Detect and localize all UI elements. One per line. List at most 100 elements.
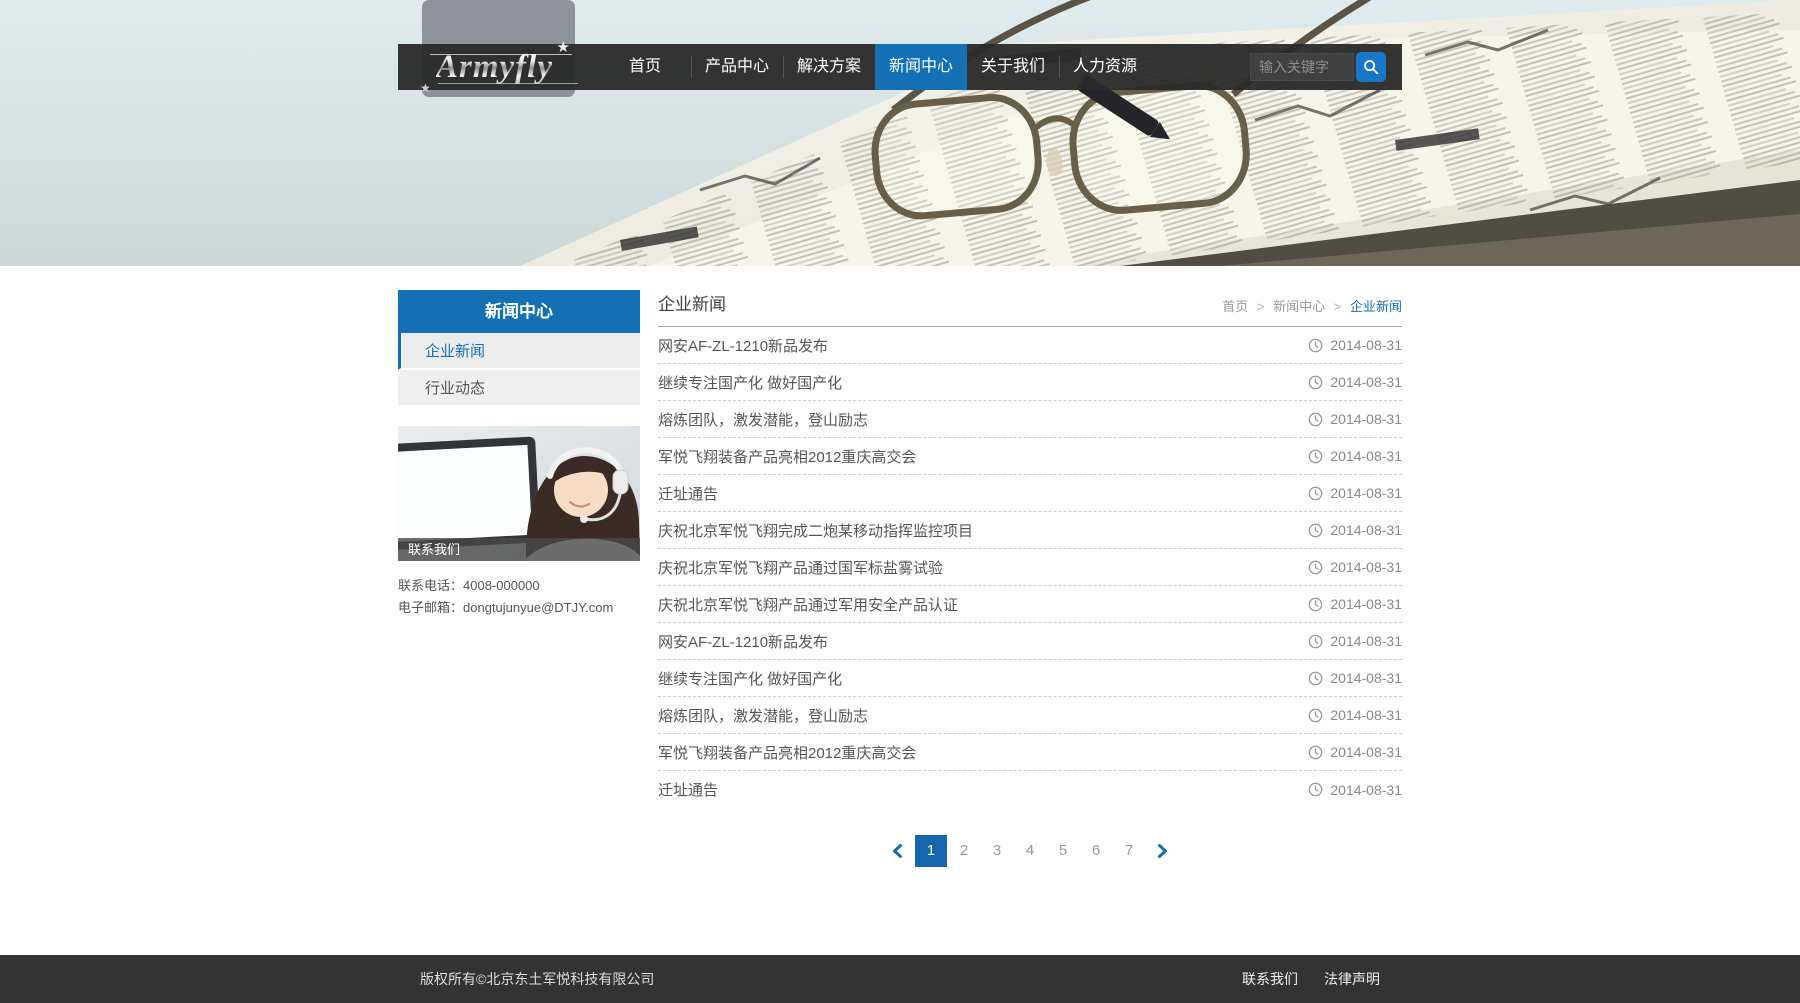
email-value: dongtujunyue@DTJY.com <box>463 600 613 615</box>
news-row[interactable]: 军悦飞翔装备产品亮相2012重庆高交会 2014-08-31 <box>658 438 1402 475</box>
news-row[interactable]: 庆祝北京军悦飞翔完成二炮某移动指挥监控项目 2014-08-31 <box>658 512 1402 549</box>
pagination-page-7[interactable]: 7 <box>1113 835 1145 867</box>
news-item-title[interactable]: 庆祝北京军悦飞翔完成二炮某移动指挥监控项目 <box>658 520 973 541</box>
magnifier-icon <box>1363 59 1379 75</box>
news-row[interactable]: 熔炼团队，激发潜能，登山励志 2014-08-31 <box>658 697 1402 734</box>
sidebar-title: 新闻中心 <box>398 290 640 333</box>
pagination-page-2[interactable]: 2 <box>948 835 980 867</box>
news-header: 企业新闻 首页 > 新闻中心 > 企业新闻 <box>658 290 1402 327</box>
news-item-title[interactable]: 继续专注国产化 做好国产化 <box>658 668 842 689</box>
pagination-page-3[interactable]: 3 <box>981 835 1013 867</box>
news-item-title[interactable]: 熔炼团队，激发潜能，登山励志 <box>658 705 868 726</box>
date-text: 2014-08-31 <box>1330 522 1402 538</box>
news-item-date: 2014-08-31 <box>1308 559 1402 575</box>
news-item-title[interactable]: 军悦飞翔装备产品亮相2012重庆高交会 <box>658 742 916 763</box>
newspaper-glasses-photo <box>0 0 1800 266</box>
news-item-title[interactable]: 迁址通告 <box>658 779 718 800</box>
pagination-next-button[interactable] <box>1146 835 1178 867</box>
news-row[interactable]: 继续专注国产化 做好国产化 2014-08-31 <box>658 660 1402 697</box>
sidebar-item-industry-trends[interactable]: 行业动态 <box>398 370 640 407</box>
news-row[interactable]: 军悦飞翔装备产品亮相2012重庆高交会 2014-08-31 <box>658 734 1402 771</box>
star-icon: ★ <box>420 81 431 95</box>
copyright-text: 版权所有©北京东土军悦科技有限公司 <box>420 969 654 989</box>
news-row[interactable]: 庆祝北京军悦飞翔产品通过军用安全产品认证 2014-08-31 <box>658 586 1402 623</box>
sidebar: 新闻中心 企业新闻 行业动态 <box>398 290 640 867</box>
breadcrumb-separator: > <box>1257 299 1265 314</box>
news-item-date: 2014-08-31 <box>1308 707 1402 723</box>
clock-icon <box>1308 412 1323 427</box>
news-item-date: 2014-08-31 <box>1308 522 1402 538</box>
news-item-title[interactable]: 庆祝北京军悦飞翔产品通过国军标盐雾试验 <box>658 557 943 578</box>
news-item-date: 2014-08-31 <box>1308 374 1402 390</box>
news-item-date: 2014-08-31 <box>1308 596 1402 612</box>
news-row[interactable]: 继续专注国产化 做好国产化 2014-08-31 <box>658 364 1402 401</box>
phone-value: 4008-000000 <box>463 578 540 593</box>
chevron-left-icon <box>889 842 907 860</box>
news-list: 网安AF-ZL-1210新品发布 2014-08-31 继续专注国产化 做好国产… <box>658 327 1402 808</box>
clock-icon <box>1308 671 1323 686</box>
news-row[interactable]: 庆祝北京军悦飞翔产品通过国军标盐雾试验 2014-08-31 <box>658 549 1402 586</box>
pagination-prev-button[interactable] <box>882 835 914 867</box>
search-input[interactable] <box>1250 53 1354 81</box>
footer: 版权所有©北京东土军悦科技有限公司 联系我们 法律声明 <box>0 955 1800 1003</box>
pagination-page-4[interactable]: 4 <box>1014 835 1046 867</box>
search-button[interactable] <box>1356 52 1386 82</box>
news-item-date: 2014-08-31 <box>1308 782 1402 798</box>
news-row[interactable]: 网安AF-ZL-1210新品发布 2014-08-31 <box>658 623 1402 660</box>
clock-icon <box>1308 486 1323 501</box>
breadcrumb-news-center[interactable]: 新闻中心 <box>1273 299 1325 314</box>
chevron-right-icon <box>1153 842 1171 860</box>
news-item-date: 2014-08-31 <box>1308 633 1402 649</box>
footer-links: 联系我们 法律声明 <box>1242 969 1380 989</box>
date-text: 2014-08-31 <box>1330 337 1402 353</box>
footer-link-legal[interactable]: 法律声明 <box>1324 969 1380 989</box>
page-title: 企业新闻 <box>658 290 726 315</box>
pagination-page-5[interactable]: 5 <box>1047 835 1079 867</box>
contact-photo: 联系我们 <box>398 426 640 561</box>
contact-card[interactable]: 联系我们 联系电话：4008-000000 电子邮箱：dongtujunyue@… <box>398 426 640 619</box>
news-row[interactable]: 熔炼团队，激发潜能，登山励志 2014-08-31 <box>658 401 1402 438</box>
sidebar-item-company-news[interactable]: 企业新闻 <box>398 333 640 370</box>
sidebar-menu: 企业新闻 行业动态 <box>398 333 640 407</box>
nav-item-hr[interactable]: 人力资源 <box>1059 44 1151 90</box>
nav-item-news[interactable]: 新闻中心 <box>875 44 967 90</box>
date-text: 2014-08-31 <box>1330 448 1402 464</box>
breadcrumb-current[interactable]: 企业新闻 <box>1350 299 1402 314</box>
clock-icon <box>1308 782 1323 797</box>
date-text: 2014-08-31 <box>1330 485 1402 501</box>
nav-item-home[interactable]: 首页 <box>599 44 691 90</box>
news-row[interactable]: 网安AF-ZL-1210新品发布 2014-08-31 <box>658 327 1402 364</box>
news-item-title[interactable]: 迁址通告 <box>658 483 718 504</box>
breadcrumb-separator: > <box>1334 299 1342 314</box>
nav-item-solutions[interactable]: 解决方案 <box>783 44 875 90</box>
contact-phone-line: 联系电话：4008-000000 <box>398 575 640 597</box>
star-icon: ★ <box>557 38 570 56</box>
nav-item-products[interactable]: 产品中心 <box>691 44 783 90</box>
footer-link-contact[interactable]: 联系我们 <box>1242 969 1298 989</box>
nav-item-about[interactable]: 关于我们 <box>967 44 1059 90</box>
news-row[interactable]: 迁址通告 2014-08-31 <box>658 771 1402 808</box>
news-item-title[interactable]: 网安AF-ZL-1210新品发布 <box>658 335 828 356</box>
news-row[interactable]: 迁址通告 2014-08-31 <box>658 475 1402 512</box>
clock-icon <box>1308 597 1323 612</box>
breadcrumb-home[interactable]: 首页 <box>1222 299 1248 314</box>
news-item-title[interactable]: 网安AF-ZL-1210新品发布 <box>658 631 828 652</box>
contact-info: 联系电话：4008-000000 电子邮箱：dongtujunyue@DTJY.… <box>398 561 640 619</box>
logo-decoration-line <box>438 83 578 84</box>
site-logo[interactable]: Armyfly ★ ★ <box>436 45 566 89</box>
clock-icon <box>1308 560 1323 575</box>
news-item-title[interactable]: 军悦飞翔装备产品亮相2012重庆高交会 <box>658 446 916 467</box>
news-item-title[interactable]: 继续专注国产化 做好国产化 <box>658 372 842 393</box>
date-text: 2014-08-31 <box>1330 782 1402 798</box>
clock-icon <box>1308 338 1323 353</box>
main-content: 新闻中心 企业新闻 行业动态 <box>398 290 1402 867</box>
news-item-title[interactable]: 庆祝北京军悦飞翔产品通过军用安全产品认证 <box>658 594 958 615</box>
clock-icon <box>1308 523 1323 538</box>
pagination-page-6[interactable]: 6 <box>1080 835 1112 867</box>
contact-email-line: 电子邮箱：dongtujunyue@DTJY.com <box>398 597 640 619</box>
footer-inner: 版权所有©北京东土军悦科技有限公司 联系我们 法律声明 <box>398 955 1402 1003</box>
news-item-title[interactable]: 熔炼团队，激发潜能，登山励志 <box>658 409 868 430</box>
news-item-date: 2014-08-31 <box>1308 670 1402 686</box>
news-item-date: 2014-08-31 <box>1308 744 1402 760</box>
pagination-page-1[interactable]: 1 <box>915 835 947 867</box>
